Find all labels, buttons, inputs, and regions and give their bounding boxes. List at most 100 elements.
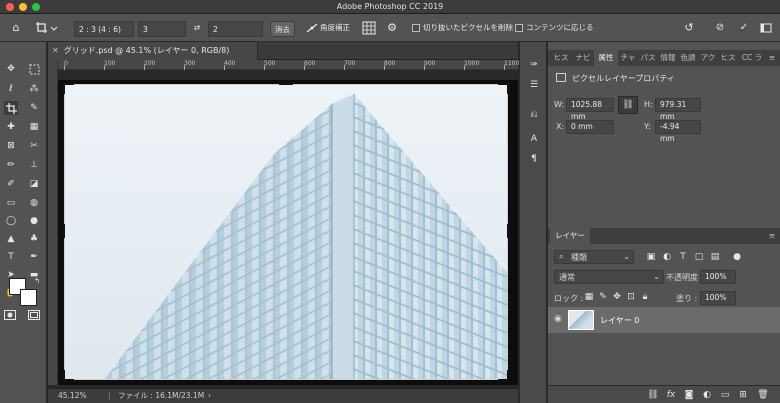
type-tool-icon[interactable]: T — [4, 250, 18, 264]
adjustments-panel-icon[interactable]: ☰ — [527, 78, 541, 92]
background-color-swatch[interactable] — [20, 289, 37, 306]
panel-tab-4[interactable]: パス — [638, 50, 658, 66]
layer-name[interactable]: レイヤー 0 — [600, 315, 639, 326]
crop-bounding-box[interactable] — [64, 84, 508, 380]
filter-adjustment-icon[interactable]: ◐ — [660, 250, 674, 264]
fill-field[interactable]: 100% — [700, 291, 736, 305]
delete-cropped-option[interactable]: 切り抜いたピクセルを削除 — [412, 20, 513, 36]
new-group-icon[interactable]: ▭ — [718, 388, 732, 402]
quick-mask-icon[interactable] — [3, 308, 17, 322]
filter-pixel-icon[interactable]: ▣ — [644, 250, 658, 264]
lock-transparent-icon[interactable]: ▦ — [582, 290, 596, 304]
lock-all-icon[interactable]: 🔒︎ — [638, 290, 652, 304]
swap-dimensions-icon[interactable]: ⇄ — [190, 20, 204, 36]
link-layers-icon[interactable]: ⛓ — [646, 388, 660, 402]
panel-tab-7[interactable]: アク — [698, 50, 718, 66]
gradient-tool-icon[interactable]: ▭ — [4, 196, 18, 210]
crop-handle-left[interactable] — [62, 224, 65, 238]
healing-brush-tool-icon[interactable]: ✚ — [4, 120, 18, 134]
filter-shape-icon[interactable]: ▢ — [692, 250, 706, 264]
character-panel-icon[interactable]: A — [527, 132, 541, 146]
trash-icon[interactable]: 🗑︎ — [756, 388, 770, 402]
link-dimensions-icon[interactable]: ⛓ — [618, 96, 638, 114]
screen-mode-icon[interactable] — [27, 308, 41, 322]
panel-tab-6[interactable]: 色調 — [678, 50, 698, 66]
crop-tool-icon[interactable] — [4, 101, 18, 115]
lock-position-icon[interactable]: ✥ — [610, 290, 624, 304]
crop-tool-preset-icon[interactable] — [34, 20, 60, 36]
clear-button[interactable]: 消去 — [270, 21, 295, 37]
home-icon[interactable]: ⌂ — [8, 20, 24, 36]
history-brush-tool-icon[interactable]: ✐ — [4, 177, 18, 191]
y-position-field[interactable]: -4.94 mm — [655, 120, 701, 143]
x-position-field[interactable]: 0 mm — [566, 120, 614, 134]
marquee-tool-icon[interactable] — [27, 62, 41, 76]
commit-icon[interactable]: ✓ — [736, 20, 752, 36]
layer-filter-select[interactable]: ⌕ 種類 ⌄ — [554, 250, 634, 264]
layer-style-fx-icon[interactable]: fx — [664, 388, 678, 402]
frame-tool-icon[interactable]: ⊠ — [4, 139, 18, 153]
gear-icon[interactable]: ⚙ — [385, 20, 399, 36]
ratio-preset-select[interactable]: 2 : 3 (4 : 6) — [74, 21, 134, 37]
crop-height-input[interactable]: 2 — [208, 21, 263, 37]
burn-tool-icon[interactable]: ● — [27, 214, 41, 228]
panel-menu-icon[interactable]: ≡ — [766, 50, 778, 66]
panel-tab-1[interactable]: ナビ — [572, 50, 594, 66]
panel-tab-2[interactable]: 属性 — [594, 50, 618, 66]
move-tool-icon[interactable]: ✥ — [4, 62, 18, 76]
panel-tab-8[interactable]: ヒス — [718, 50, 738, 66]
blur-tool-icon[interactable]: ◍ — [27, 196, 41, 210]
workspace-icon[interactable] — [760, 20, 774, 36]
crop-handle-bottom-left[interactable] — [62, 370, 74, 382]
opacity-field[interactable]: 100% — [700, 270, 736, 284]
canvas-area[interactable] — [58, 70, 518, 385]
blend-mode-select[interactable]: 通常 ⌄ — [554, 270, 664, 284]
zoom-level[interactable]: 45.12% — [58, 389, 87, 403]
crop-handle-bottom-right[interactable] — [498, 370, 510, 382]
panel-tab-3[interactable]: チャ — [618, 50, 638, 66]
filter-smart-object-icon[interactable]: ▤ — [708, 250, 722, 264]
lock-artboard-icon[interactable]: ⊡ — [624, 290, 638, 304]
panel-tab-0[interactable]: ヒス — [550, 50, 572, 66]
close-tab-icon[interactable]: ✕ — [52, 46, 59, 55]
crop-handle-top-left[interactable] — [62, 82, 74, 94]
add-mask-icon[interactable]: ◙ — [682, 388, 696, 402]
height-field[interactable]: 979.31 mm — [655, 98, 701, 121]
delete-cropped-checkbox[interactable] — [412, 24, 420, 32]
paragraph-panel-icon[interactable]: ¶ — [527, 152, 541, 166]
stamp-tool-icon[interactable]: ⊥ — [27, 158, 41, 172]
panel-tab-9[interactable]: CC ラ — [738, 50, 766, 66]
pen-anchor-tool-icon[interactable]: ✒ — [27, 250, 41, 264]
adjustment-layer-icon[interactable]: ◐ — [700, 388, 714, 402]
content-aware-checkbox[interactable] — [515, 24, 523, 32]
pen-tool-icon[interactable]: ▲ — [4, 232, 18, 246]
tab-layers[interactable]: レイヤー — [550, 228, 590, 244]
overlay-grid-icon[interactable] — [362, 20, 376, 36]
straighten-icon[interactable] — [306, 20, 318, 36]
width-field[interactable]: 1025.88 mm — [566, 98, 614, 121]
crop-handle-top-right[interactable] — [498, 82, 510, 94]
new-layer-icon[interactable]: ⊞ — [736, 388, 750, 402]
sponge-tool-icon[interactable]: ♣ — [27, 232, 41, 246]
crop-handle-right[interactable] — [507, 224, 510, 238]
panel-tab-5[interactable]: 情報 — [658, 50, 678, 66]
filter-type-icon[interactable]: T — [676, 250, 690, 264]
eraser-tool-icon[interactable]: ◪ — [27, 177, 41, 191]
layer-row[interactable]: ◉ レイヤー 0 — [548, 307, 780, 333]
lock-image-icon[interactable]: ✎ — [596, 290, 610, 304]
reset-icon[interactable]: ↺ — [682, 20, 696, 36]
brush-tool-icon[interactable]: ✏ — [4, 158, 18, 172]
crop-width-input[interactable]: 3 — [138, 21, 186, 37]
swap-colors-icon[interactable]: ↰ — [30, 274, 44, 288]
layers-panel-menu-icon[interactable]: ≡ — [766, 228, 778, 244]
dodge-tool-icon[interactable]: ◯ — [4, 214, 18, 228]
cancel-icon[interactable]: ⊘ — [712, 20, 728, 36]
patch-tool-icon[interactable]: ▦ — [27, 120, 41, 134]
scissors-tool-icon[interactable]: ✂ — [27, 139, 41, 153]
lasso-tool-icon[interactable]: ℓ — [4, 82, 18, 96]
magic-wand-tool-icon[interactable]: ⁂ — [27, 82, 41, 96]
filter-toggle-icon[interactable]: ● — [730, 250, 744, 264]
history-panel-icon[interactable]: ⎌ — [527, 108, 541, 122]
status-menu-arrow-icon[interactable]: › — [208, 389, 211, 403]
visibility-eye-icon[interactable]: ◉ — [554, 314, 562, 324]
